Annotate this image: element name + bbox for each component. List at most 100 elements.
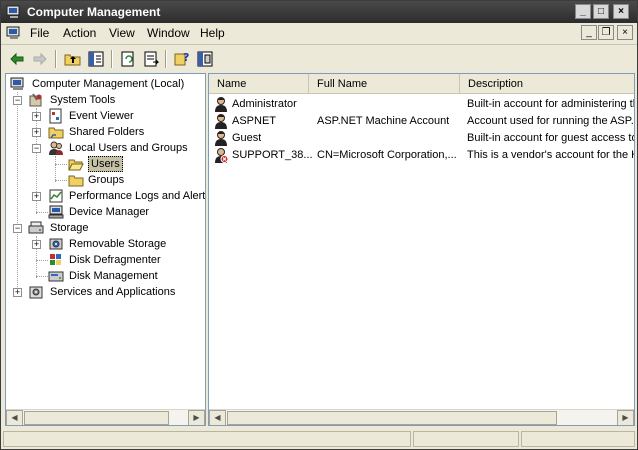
tree-label: Groups xyxy=(88,174,125,186)
menu-file[interactable]: File xyxy=(30,26,49,40)
child-restore-button[interactable]: ❐ xyxy=(598,25,614,40)
computer-icon xyxy=(10,76,26,92)
tree-label: Services and Applications xyxy=(50,286,176,298)
menu-view[interactable]: View xyxy=(109,26,135,40)
scrollbar-thumb[interactable] xyxy=(227,411,557,425)
expand-icon[interactable]: + xyxy=(32,192,41,201)
expand-icon[interactable]: + xyxy=(13,288,22,297)
scrollbar-thumb[interactable] xyxy=(24,411,169,425)
cell-name: ASPNET xyxy=(232,115,277,127)
collapse-icon[interactable]: − xyxy=(13,224,22,233)
menu-bar: File Action View Window Help _ ❐ × xyxy=(1,23,637,43)
storage-icon xyxy=(28,220,44,236)
removable-storage-icon xyxy=(48,236,64,252)
tree-line xyxy=(55,180,67,181)
console-tree[interactable]: Computer Management (Local) − System Too… xyxy=(5,73,206,426)
toolbar-separator xyxy=(165,50,167,68)
close-button[interactable]: × xyxy=(613,4,629,19)
tree-label: Disk Management xyxy=(69,270,158,282)
status-panel xyxy=(413,431,519,447)
status-panel xyxy=(521,431,635,447)
up-one-level-icon[interactable] xyxy=(63,49,83,69)
export-list-icon[interactable] xyxy=(141,49,161,69)
tree-label: Users xyxy=(88,156,123,172)
list-row[interactable]: Guest Built-in account for guest access … xyxy=(209,130,635,147)
title-bar[interactable]: Computer Management _ □ × xyxy=(1,1,637,23)
tree-line xyxy=(55,164,67,165)
list-row[interactable]: Administrator Built-in account for admin… xyxy=(209,96,635,113)
collapse-icon[interactable]: − xyxy=(13,96,22,105)
maximize-button[interactable]: □ xyxy=(593,4,609,19)
cell-name: Guest xyxy=(232,132,262,144)
cell-name: Administrator xyxy=(232,98,297,110)
tree-label: Storage xyxy=(50,222,89,234)
status-panel xyxy=(3,431,411,447)
cell-description: Account used for running the ASP.N xyxy=(467,115,635,127)
help-icon[interactable]: ? xyxy=(172,49,192,69)
event-viewer-icon xyxy=(48,108,64,124)
toolbar-separator xyxy=(111,50,113,68)
tree-label: System Tools xyxy=(50,94,116,106)
expand-icon[interactable]: + xyxy=(32,240,41,249)
expand-icon[interactable]: + xyxy=(32,112,41,121)
tree-line xyxy=(36,260,48,261)
user-icon xyxy=(213,130,229,146)
cell-description: Built-in account for administering the xyxy=(467,98,635,110)
svg-text:?: ? xyxy=(183,51,189,64)
tree-line xyxy=(36,276,48,277)
open-folder-icon xyxy=(68,156,84,172)
system-tools-icon xyxy=(28,92,44,108)
collapse-icon[interactable]: − xyxy=(32,144,41,153)
scroll-right-icon[interactable]: ▶ xyxy=(188,410,205,425)
folder-icon xyxy=(68,172,84,188)
scroll-left-icon[interactable]: ◀ xyxy=(6,410,23,425)
scroll-right-icon[interactable]: ▶ xyxy=(617,410,634,425)
tree-line xyxy=(55,156,56,182)
user-icon xyxy=(213,113,229,129)
users-group-icon xyxy=(48,140,64,156)
status-bar xyxy=(1,429,637,449)
shared-folder-icon xyxy=(48,124,64,140)
tree-label: Computer Management (Local) xyxy=(32,78,185,90)
tree-line xyxy=(17,92,18,295)
column-header-description[interactable]: Description xyxy=(460,74,634,94)
cell-full-name: CN=Microsoft Corporation,... xyxy=(317,149,457,161)
console-window-icon[interactable] xyxy=(6,25,22,41)
column-header-full-name[interactable]: Full Name xyxy=(309,74,460,94)
disk-management-icon xyxy=(48,268,64,284)
show-hide-action-pane-icon[interactable] xyxy=(195,49,215,69)
user-icon xyxy=(213,96,229,112)
minimize-button[interactable]: _ xyxy=(575,4,591,19)
list-row[interactable]: ASPNET ASP.NET Machine Account Account u… xyxy=(209,113,635,130)
disabled-user-icon xyxy=(213,147,229,163)
performance-logs-icon xyxy=(48,188,64,204)
disk-defragmenter-icon xyxy=(48,252,64,268)
cell-description: Built-in account for guest access to th xyxy=(467,132,635,144)
device-manager-icon xyxy=(48,204,64,220)
tree-label: Device Manager xyxy=(69,206,150,218)
tree-label: Removable Storage xyxy=(69,238,167,250)
tree-line xyxy=(36,212,48,213)
child-minimize-button[interactable]: _ xyxy=(581,25,597,40)
tree-horizontal-scrollbar[interactable]: ◀ ▶ xyxy=(6,409,205,425)
menu-window[interactable]: Window xyxy=(147,26,190,40)
scroll-left-icon[interactable]: ◀ xyxy=(209,410,226,425)
expand-icon[interactable]: + xyxy=(32,128,41,137)
tree-label: Shared Folders xyxy=(69,126,145,138)
show-hide-console-tree-icon[interactable] xyxy=(86,49,106,69)
menu-help[interactable]: Help xyxy=(200,26,225,40)
tree-label: Local Users and Groups xyxy=(69,142,188,154)
details-horizontal-scrollbar[interactable]: ◀ ▶ xyxy=(209,409,634,425)
menu-action[interactable]: Action xyxy=(63,26,96,40)
toolbar-separator xyxy=(55,50,57,68)
back-icon[interactable] xyxy=(7,49,27,69)
refresh-icon[interactable] xyxy=(118,49,138,69)
column-header-name[interactable]: Name xyxy=(209,74,309,94)
tree-label: Performance Logs and Alerts xyxy=(69,190,206,202)
cell-full-name: ASP.NET Machine Account xyxy=(317,115,450,127)
window-title: Computer Management xyxy=(27,5,161,19)
main-window: Computer Management _ □ × File Action Vi… xyxy=(0,0,638,450)
list-row[interactable]: SUPPORT_38... CN=Microsoft Corporation,.… xyxy=(209,147,634,164)
child-close-button[interactable]: × xyxy=(617,25,633,40)
details-pane[interactable]: Name Full Name Description Administrator… xyxy=(208,73,635,426)
